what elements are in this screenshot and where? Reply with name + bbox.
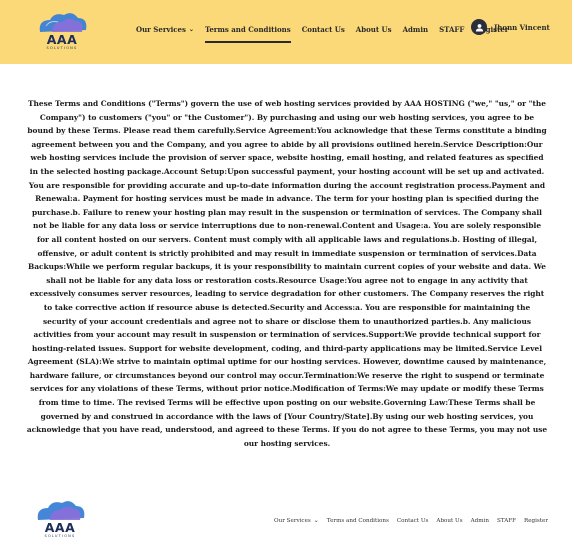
footer-label: About Us	[436, 517, 463, 524]
user-name: Jhonn Vincent	[494, 22, 550, 32]
nav-our-services[interactable]: Our Services ⌄	[136, 25, 194, 34]
chevron-down-icon: ⌄	[188, 25, 194, 33]
footer-register[interactable]: Register	[524, 518, 548, 524]
footer-logo-wordmark: AAA	[44, 520, 76, 535]
main-nav: Our Services ⌄ Terms and Conditions Cont…	[136, 22, 519, 43]
footer-label: Our Services	[274, 517, 311, 524]
nav-staff[interactable]: STAFF	[439, 25, 464, 34]
user-icon	[471, 19, 487, 35]
footer-terms-and-conditions[interactable]: Terms and Conditions	[327, 518, 389, 524]
nav-contact-us[interactable]: Contact Us	[302, 25, 345, 34]
footer-admin[interactable]: Admin	[471, 518, 489, 524]
site-header: AAA SOLUTIONS Our Services ⌄ Terms and C…	[0, 0, 572, 64]
nav-label: About Us	[355, 24, 392, 34]
footer-label: STAFF	[496, 517, 516, 524]
terms-text: These Terms and Conditions ("Terms") gov…	[26, 99, 548, 448]
footer-label: Register	[524, 517, 548, 524]
footer-label: Terms and Conditions	[326, 517, 389, 524]
footer-label: Admin	[470, 517, 489, 524]
terms-content: These Terms and Conditions ("Terms") gov…	[26, 97, 548, 450]
nav-label: Contact Us	[301, 24, 345, 34]
footer-contact-us[interactable]: Contact Us	[397, 518, 429, 524]
logo-wordmark: AAA	[46, 32, 78, 47]
footer-logo-tagline: SOLUTIONS	[44, 534, 76, 538]
footer-our-services[interactable]: Our Services ⌄	[274, 517, 319, 524]
user-menu[interactable]: Jhonn Vincent	[471, 19, 550, 35]
footer-about-us[interactable]: About Us	[436, 518, 462, 524]
nav-admin[interactable]: Admin	[403, 25, 428, 34]
nav-terms-and-conditions[interactable]: Terms and Conditions	[204, 24, 291, 43]
nav-label: Admin	[402, 24, 429, 34]
footer-nav: Our Services ⌄ Terms and Conditions Cont…	[266, 517, 548, 524]
brand-logo[interactable]: AAA SOLUTIONS	[32, 8, 92, 50]
nav-label: STAFF	[439, 24, 465, 34]
nav-label: Terms and Conditions	[204, 24, 291, 34]
footer-logo[interactable]: AAA SOLUTIONS	[30, 496, 90, 542]
nav-label: Our Services	[136, 24, 186, 34]
chevron-down-icon: ⌄	[313, 517, 319, 524]
logo-tagline: SOLUTIONS	[46, 46, 78, 50]
footer-staff[interactable]: STAFF	[497, 518, 516, 524]
footer-label: Contact Us	[396, 517, 429, 524]
nav-about-us[interactable]: About Us	[356, 25, 392, 34]
